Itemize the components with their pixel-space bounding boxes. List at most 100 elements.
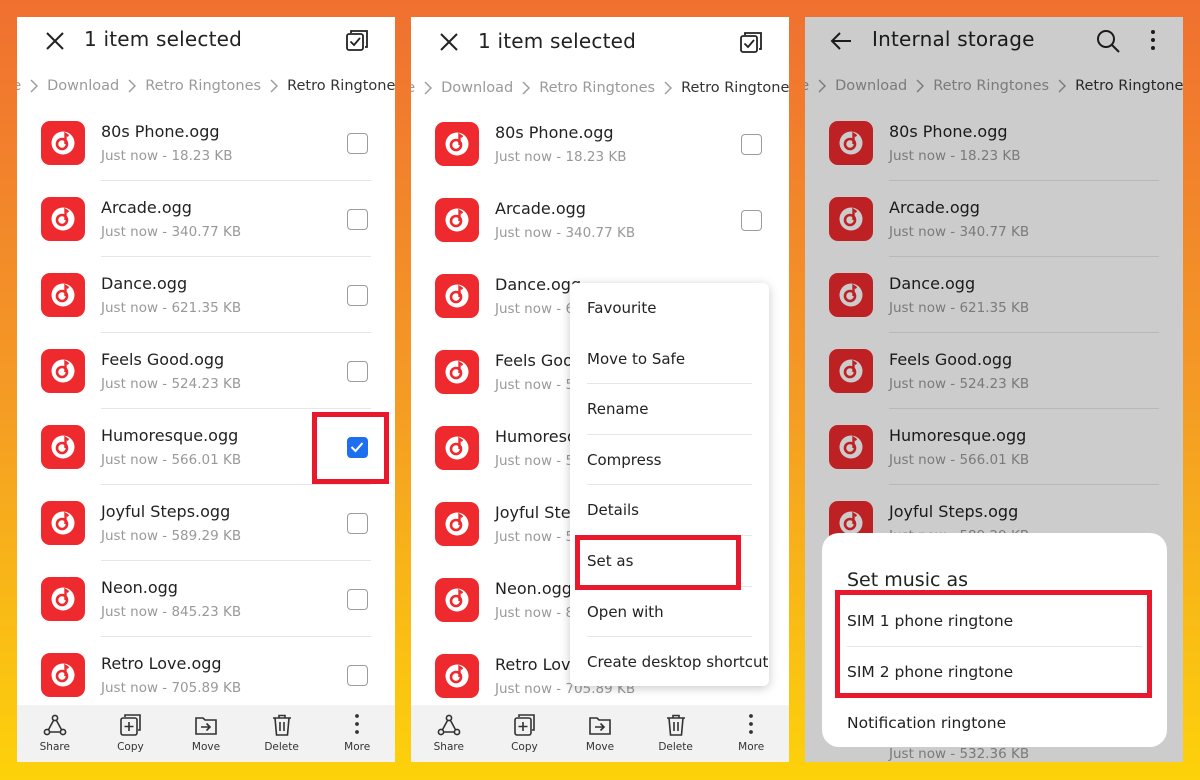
breadcrumb-item[interactable]: Retro Ringtones: [539, 80, 655, 96]
breadcrumb-item[interactable]: ge: [411, 80, 415, 96]
share-button[interactable]: Share: [411, 705, 487, 762]
file-meta: Just now - 340.77 KB: [101, 224, 242, 240]
file-list: 80s Phone.ogg Just now - 18.23 KB Arcade.o…: [17, 105, 395, 713]
more-button[interactable]: More: [713, 705, 789, 762]
move-icon: [195, 717, 217, 735]
copy-button[interactable]: Copy: [487, 705, 563, 762]
close-icon[interactable]: [41, 27, 69, 55]
sheet-title: Set music as: [847, 569, 968, 591]
select-checkbox[interactable]: [347, 513, 368, 534]
select-checkbox[interactable]: [347, 285, 368, 306]
copy-icon: [120, 714, 142, 736]
file-name: Arcade.ogg: [101, 198, 192, 217]
music-file-icon: [435, 426, 479, 470]
select-all-icon[interactable]: [343, 27, 371, 55]
file-meta: Just now - 845.23 KB: [101, 604, 242, 620]
file-meta: Just now - 524.23 KB: [101, 376, 242, 392]
menu-item-open-with[interactable]: Open with: [570, 587, 769, 638]
menu-item-label: Open with: [587, 602, 664, 621]
breadcrumb-item[interactable]: Download: [441, 80, 513, 96]
list-item[interactable]: Arcade.ogg Just now - 340.77 KB: [17, 181, 395, 257]
toolbar-label: Delete: [658, 741, 693, 753]
share-button[interactable]: Share: [17, 705, 93, 762]
select-checkbox[interactable]: [347, 589, 368, 610]
page-title: 1 item selected: [84, 27, 243, 51]
bottom-toolbar: Share Copy Move Delete More: [17, 705, 395, 762]
music-file-icon: [435, 578, 479, 622]
toolbar-label: Share: [39, 741, 70, 753]
breadcrumb-item[interactable]: Download: [47, 78, 119, 94]
delete-icon: [666, 714, 685, 736]
breadcrumb: ge Download Retro Ringtones Retro Ringto…: [411, 80, 789, 102]
menu-item-details[interactable]: Details: [570, 485, 769, 536]
file-name: Neon.ogg: [495, 579, 572, 598]
list-item[interactable]: Retro Love.ogg Just now - 705.89 KB: [17, 637, 395, 713]
selection-top-bar: 1 item selected: [17, 17, 395, 67]
menu-item-create-desktop-shortcut[interactable]: Create desktop shortcut: [570, 637, 769, 688]
selection-top-bar: 1 item selected: [411, 17, 789, 67]
menu-item-rename[interactable]: Rename: [570, 384, 769, 435]
option-notification-ringtone[interactable]: Notification ringtone: [847, 714, 1006, 732]
menu-item-favourite[interactable]: Favourite: [570, 283, 769, 334]
music-file-icon: [435, 654, 479, 698]
more-button[interactable]: More: [319, 705, 395, 762]
file-name: Feels Goo: [495, 351, 573, 370]
share-icon: [437, 714, 461, 736]
list-item[interactable]: 80s Phone.ogg Just now - 18.23 KB: [411, 106, 789, 182]
copy-icon: [514, 714, 536, 736]
select-checkbox[interactable]: [347, 133, 368, 154]
menu-item-move-to-safe[interactable]: Move to Safe: [570, 334, 769, 385]
file-meta: Just now - 589.29 KB: [101, 528, 242, 544]
list-item[interactable]: 80s Phone.ogg Just now - 18.23 KB: [17, 105, 395, 181]
breadcrumb-current: Retro Ringtones: [681, 80, 789, 96]
select-checkbox[interactable]: [741, 134, 762, 155]
music-file-icon: [435, 350, 479, 394]
file-name: 80s Phone.ogg: [495, 123, 614, 142]
toolbar-label: More: [344, 741, 371, 753]
menu-item-label: Favourite: [587, 299, 657, 317]
menu-item-compress[interactable]: Compress: [570, 435, 769, 486]
list-item[interactable]: Dance.ogg Just now - 621.35 KB: [17, 257, 395, 333]
breadcrumb-item[interactable]: Retro Ringtones: [145, 78, 261, 94]
highlight-box: [575, 535, 741, 590]
highlight-box: [312, 412, 389, 484]
delete-button[interactable]: Delete: [244, 705, 320, 762]
toolbar-label: More: [738, 741, 765, 753]
move-button[interactable]: Move: [168, 705, 244, 762]
music-file-icon: [41, 197, 85, 241]
more-menu: Favourite Move to Safe Rename Compress Detai…: [570, 283, 769, 686]
highlight-box: [835, 590, 1152, 698]
music-file-icon: [41, 653, 85, 697]
select-all-icon[interactable]: [737, 29, 765, 57]
list-item[interactable]: Arcade.ogg Just now - 340.77 KB: [411, 182, 789, 258]
music-file-icon: [41, 501, 85, 545]
list-item[interactable]: Neon.ogg Just now - 845.23 KB: [17, 561, 395, 637]
file-meta: Just now - 705.89 KB: [101, 680, 242, 696]
file-name: Feels Good.ogg: [101, 350, 225, 369]
file-name: Dance.ogg: [101, 274, 188, 293]
toolbar-label: Move: [191, 741, 221, 753]
panel-set-music-as: Internal storage ge Download Retro Ringt…: [805, 17, 1183, 762]
select-checkbox[interactable]: [347, 361, 368, 382]
chevron-right-icon: [30, 79, 39, 93]
list-item[interactable]: Joyful Steps.ogg Just now - 589.29 KB: [17, 485, 395, 561]
chevron-right-icon: [664, 81, 673, 95]
file-name: Retro Love: [495, 655, 581, 674]
copy-button[interactable]: Copy: [93, 705, 169, 762]
menu-item-label: Compress: [587, 450, 662, 469]
select-checkbox[interactable]: [347, 209, 368, 230]
toolbar-label: Share: [433, 741, 464, 753]
move-icon: [589, 717, 611, 735]
close-icon[interactable]: [435, 28, 463, 56]
menu-item-label: Move to Safe: [587, 349, 686, 368]
list-item[interactable]: Feels Good.ogg Just now - 524.23 KB: [17, 333, 395, 409]
delete-button[interactable]: Delete: [638, 705, 714, 762]
breadcrumb-item[interactable]: ge: [17, 78, 21, 94]
page-title: 1 item selected: [478, 29, 637, 53]
select-checkbox[interactable]: [347, 665, 368, 686]
move-button[interactable]: Move: [562, 705, 638, 762]
file-meta: Just now - 340.77 KB: [495, 225, 636, 241]
select-checkbox[interactable]: [741, 210, 762, 231]
menu-item-label: Rename: [587, 400, 649, 419]
panel-more-menu: 1 item selected ge Download Retro Ringto…: [411, 17, 789, 762]
